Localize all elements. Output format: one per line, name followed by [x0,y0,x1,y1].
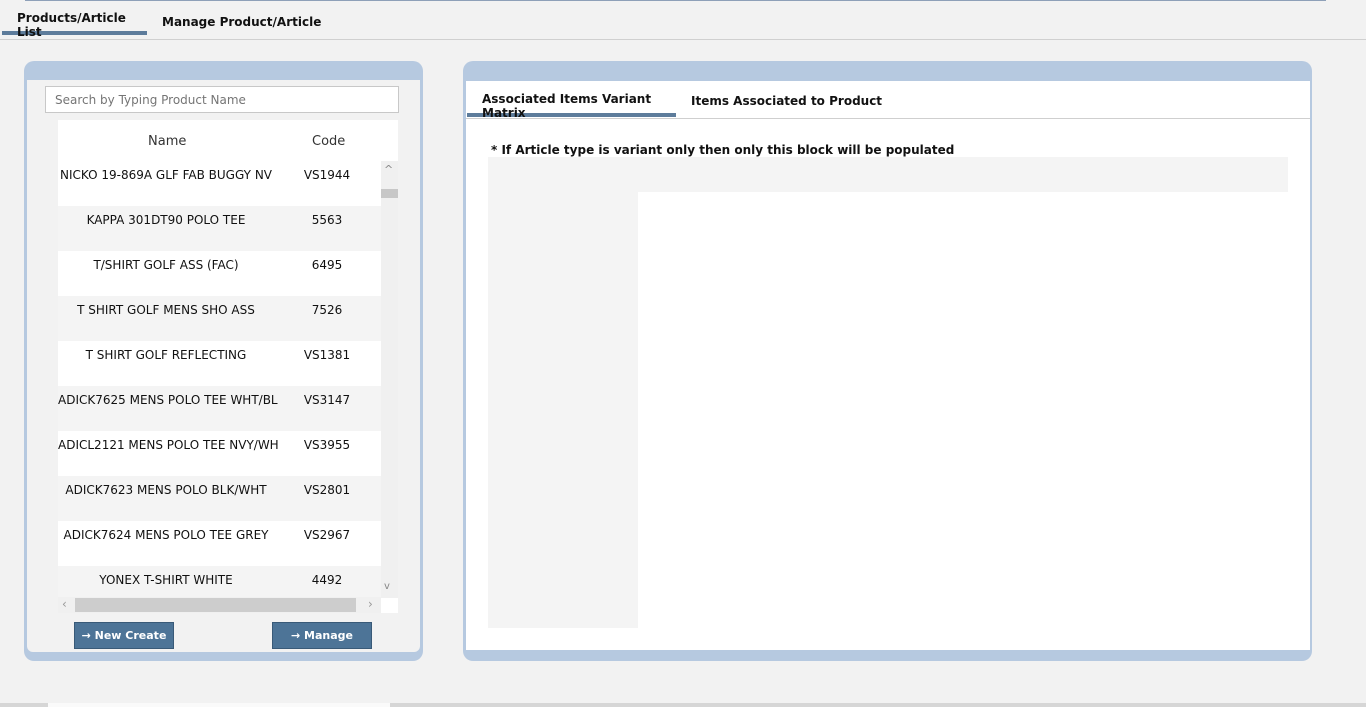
table-row[interactable]: T SHIRT GOLF REFLECTING VS1381 [58,341,381,386]
table-row[interactable]: KAPPA 301DT90 POLO TEE 5563 [58,206,381,251]
scroll-up-icon[interactable]: ^ [384,163,393,176]
manage-button[interactable]: → Manage [272,622,372,649]
matrix-row-header-band [488,192,638,628]
product-name-cell: T SHIRT GOLF MENS SHO ASS [77,303,255,317]
product-name-cell: YONEX T-SHIRT WHITE [99,573,233,587]
tab-products-article-list[interactable]: Products/Article List [2,11,147,39]
product-name-cell: NICKO 19-869A GLF FAB BUGGY NV [60,168,272,182]
product-name-cell: ADICL2121 MENS POLO TEE NVY/WH [58,438,279,452]
tab-divider [466,118,1310,119]
table-row[interactable]: T SHIRT GOLF MENS SHO ASS 7526 [58,296,381,341]
tab-manage-product-article[interactable]: Manage Product/Article [162,15,321,29]
vertical-scroll-thumb[interactable] [381,189,398,198]
table-row[interactable]: ADICK7623 MENS POLO BLK/WHT VS2801 [58,476,381,521]
matrix-header-band [488,157,1288,192]
table-row[interactable]: ADICK7625 MENS POLO TEE WHT/BL VS3147 [58,386,381,431]
product-code-cell: 7526 [311,303,343,317]
vertical-scrollbar[interactable]: ^ v [381,161,398,598]
product-code-cell: VS3147 [303,393,351,407]
product-name-cell: ADICK7624 MENS POLO TEE GREY [63,528,269,542]
product-code-cell: VS2967 [303,528,351,542]
product-code-cell: VS1381 [303,348,351,362]
scroll-right-icon[interactable]: › [368,597,373,611]
table-row[interactable]: ADICL2121 MENS POLO TEE NVY/WH VS3955 [58,431,381,476]
product-search-input[interactable] [45,86,399,113]
new-create-button[interactable]: → New Create [74,622,174,649]
column-header-name[interactable]: Name [148,134,186,149]
scroll-down-icon[interactable]: v [384,581,390,592]
scroll-left-icon[interactable]: ‹ [62,597,67,611]
variant-matrix-note: * If Article type is variant only then o… [491,143,955,157]
product-code-cell: 4492 [311,573,343,587]
product-grid-header: Name Code [58,121,381,162]
product-code-cell: 6495 [311,258,343,272]
product-name-cell: ADICK7625 MENS POLO TEE WHT/BL [58,393,278,407]
product-code-cell: VS2801 [303,483,351,497]
product-code-cell: 5563 [311,213,343,227]
bottom-strip-segment [48,703,390,707]
horizontal-scrollbar[interactable]: ‹ › [58,597,381,613]
horizontal-scroll-thumb[interactable] [75,598,356,612]
table-row[interactable]: NICKO 19-869A GLF FAB BUGGY NV VS1944 [58,161,381,206]
tab-associated-items-variant-matrix[interactable]: Associated Items Variant Matrix [467,92,676,120]
product-name-cell: ADICK7623 MENS POLO BLK/WHT [65,483,267,497]
table-row[interactable]: ADICK7624 MENS POLO TEE GREY VS2967 [58,521,381,566]
product-name-cell: KAPPA 301DT90 POLO TEE [86,213,246,227]
table-row[interactable]: T/SHIRT GOLF ASS (FAC) 6495 [58,251,381,296]
column-header-code[interactable]: Code [312,134,345,149]
main-tab-bar: Products/Article List Manage Product/Art… [0,0,1366,40]
product-code-cell: VS3955 [303,438,351,452]
tab-items-associated-to-product[interactable]: Items Associated to Product [691,94,882,108]
product-name-cell: T SHIRT GOLF REFLECTING [85,348,247,362]
product-code-cell: VS1944 [303,168,351,182]
product-name-cell: T/SHIRT GOLF ASS (FAC) [93,258,239,272]
